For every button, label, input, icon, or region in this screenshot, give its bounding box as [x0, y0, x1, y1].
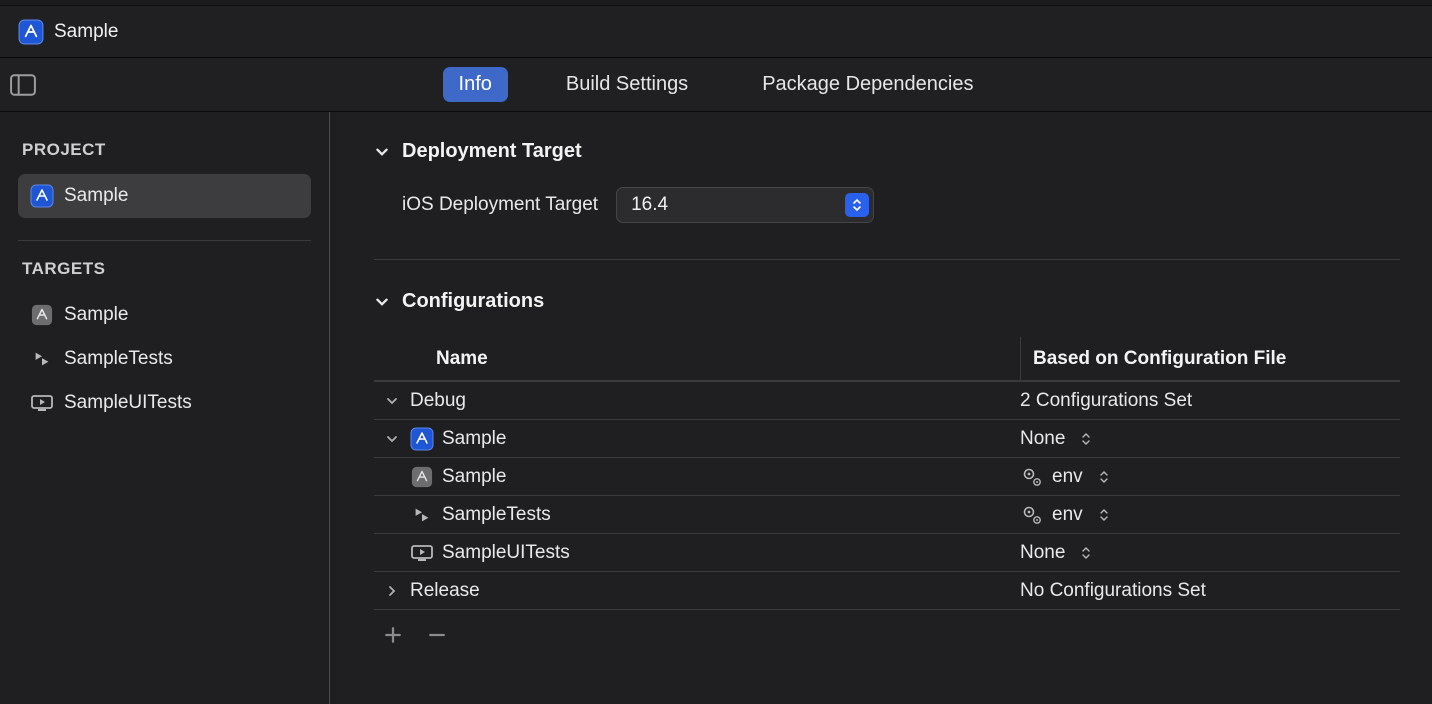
stepper-icon[interactable] — [1079, 546, 1093, 560]
editor-content: Deployment Target iOS Deployment Target … — [330, 112, 1432, 704]
sidebar-target-sample[interactable]: Sample — [18, 293, 311, 337]
column-name: Name — [374, 348, 1020, 370]
config-based-cell[interactable]: None — [1020, 542, 1400, 564]
config-based-cell: 2 Configurations Set — [1020, 390, 1400, 412]
config-based-value: env — [1052, 466, 1083, 488]
config-name-cell: Release — [374, 580, 1020, 602]
toggle-sidebar-button[interactable] — [10, 73, 36, 97]
project-icon — [30, 184, 54, 208]
config-row-label: Sample — [442, 466, 506, 488]
gears-icon — [1020, 465, 1044, 489]
section-divider — [374, 259, 1400, 260]
config-table-header: Name Based on Configuration File — [374, 337, 1400, 381]
deployment-target-combo[interactable]: 16.4 — [616, 187, 874, 223]
tests-icon — [30, 347, 54, 371]
add-configuration-button[interactable] — [382, 624, 404, 646]
stepper-icon[interactable] — [1097, 470, 1111, 484]
config-name-cell: SampleTests — [374, 503, 1020, 527]
project-targets-sidebar: PROJECT Sample TARGETS Sample SampleTest… — [0, 112, 330, 704]
disclosure-down-icon[interactable] — [382, 394, 402, 408]
config-based-value: None — [1020, 542, 1065, 564]
config-name-cell: SampleUITests — [374, 541, 1020, 565]
uitests-icon — [410, 541, 434, 565]
editor-tabbar: Info Build Settings Package Dependencies — [0, 58, 1432, 112]
config-row-label: SampleTests — [442, 504, 551, 526]
config-row-label: Release — [410, 580, 480, 602]
config-name-cell: Debug — [374, 390, 1020, 412]
section-deployment-target: Deployment Target iOS Deployment Target … — [374, 140, 1400, 260]
config-table: Debug2 Configurations SetSampleNoneSampl… — [374, 381, 1400, 610]
sidebar-item-label: Sample — [64, 304, 128, 326]
config-row-label: SampleUITests — [442, 542, 570, 564]
sidebar-item-label: SampleTests — [64, 348, 173, 370]
sidebar-project-item[interactable]: Sample — [18, 174, 311, 218]
deployment-target-row: iOS Deployment Target 16.4 — [374, 187, 1400, 223]
config-row[interactable]: Sample None — [374, 420, 1400, 458]
sidebar-heading-targets: TARGETS — [22, 259, 311, 279]
config-based-value: 2 Configurations Set — [1020, 390, 1192, 412]
stepper-icon[interactable] — [1097, 508, 1111, 522]
combo-stepper-icon — [845, 193, 869, 217]
tabs: Info Build Settings Package Dependencies — [0, 58, 1432, 111]
config-name-cell: Sample — [374, 427, 1020, 451]
config-row[interactable]: SampleTests env — [374, 496, 1400, 534]
tab-package-dependencies[interactable]: Package Dependencies — [746, 67, 989, 102]
chevron-down-icon — [374, 294, 390, 310]
app-blue-icon — [410, 427, 434, 451]
stepper-icon[interactable] — [1079, 432, 1093, 446]
app-icon — [410, 465, 434, 489]
config-based-cell[interactable]: env — [1020, 503, 1400, 527]
config-row-label: Sample — [442, 428, 506, 450]
remove-configuration-button[interactable] — [426, 624, 448, 646]
config-based-value: None — [1020, 428, 1065, 450]
config-name-cell: Sample — [374, 465, 1020, 489]
config-based-cell[interactable]: None — [1020, 428, 1400, 450]
section-title: Deployment Target — [402, 140, 582, 163]
sidebar-target-sampleuitests[interactable]: SampleUITests — [18, 381, 311, 425]
deployment-target-value: 16.4 — [631, 194, 668, 216]
config-row[interactable]: SampleUITests None — [374, 534, 1400, 572]
sidebar-item-label: SampleUITests — [64, 392, 192, 414]
disclosure-down-icon[interactable] — [382, 432, 402, 446]
app-icon — [30, 303, 54, 327]
tests-icon — [410, 503, 434, 527]
sidebar-item-label: Sample — [64, 185, 128, 207]
project-icon — [18, 19, 44, 45]
config-row[interactable]: Debug 2 Configurations Set — [374, 382, 1400, 420]
gears-icon — [1020, 503, 1044, 527]
project-title: Sample — [54, 21, 118, 43]
section-header-deployment[interactable]: Deployment Target — [374, 140, 1400, 163]
titlebar: Sample — [0, 6, 1432, 58]
section-title: Configurations — [402, 290, 544, 313]
config-based-cell: No Configurations Set — [1020, 580, 1400, 602]
sidebar-divider — [18, 240, 311, 241]
uitests-icon — [30, 391, 54, 415]
config-row[interactable]: Release No Configurations Set — [374, 572, 1400, 610]
section-header-configurations[interactable]: Configurations — [374, 290, 1400, 313]
config-row-label: Debug — [410, 390, 466, 412]
config-based-cell[interactable]: env — [1020, 465, 1400, 489]
config-row[interactable]: Sample env — [374, 458, 1400, 496]
config-based-value: No Configurations Set — [1020, 580, 1206, 602]
column-based-on: Based on Configuration File — [1020, 337, 1400, 380]
config-footer-buttons — [374, 610, 1400, 646]
deployment-target-label: iOS Deployment Target — [402, 194, 598, 216]
section-configurations: Configurations Name Based on Configurati… — [374, 290, 1400, 646]
disclosure-right-icon[interactable] — [382, 584, 402, 598]
sidebar-target-sampletests[interactable]: SampleTests — [18, 337, 311, 381]
config-based-value: env — [1052, 504, 1083, 526]
sidebar-heading-project: PROJECT — [22, 140, 311, 160]
tab-info[interactable]: Info — [443, 67, 508, 102]
tab-build-settings[interactable]: Build Settings — [550, 67, 704, 102]
chevron-down-icon — [374, 144, 390, 160]
